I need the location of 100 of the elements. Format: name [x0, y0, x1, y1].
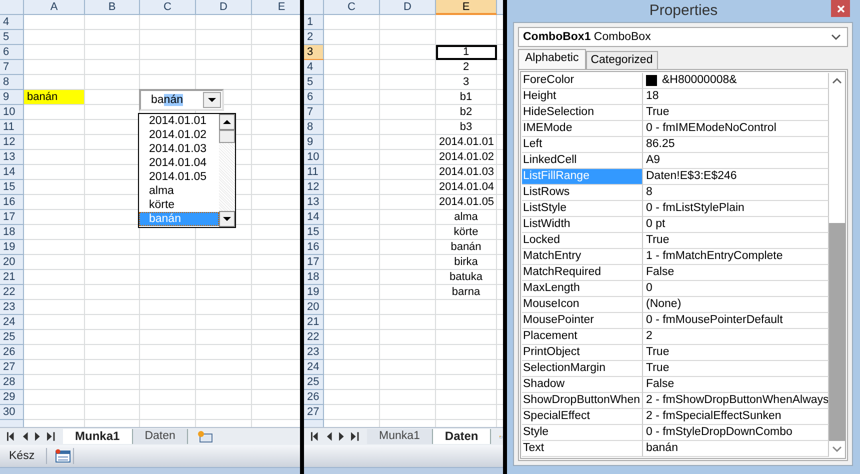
row-header[interactable]: 10	[0, 105, 24, 120]
row-header[interactable]: 19	[0, 240, 24, 255]
last-sheet-icon[interactable]	[351, 432, 359, 441]
row-header[interactable]: 24	[0, 315, 24, 330]
row-header[interactable]: 2	[304, 30, 324, 45]
row-header[interactable]: 24	[304, 360, 324, 375]
property-value[interactable]: 18	[646, 89, 659, 104]
close-button[interactable]	[831, 0, 850, 17]
property-name[interactable]: MatchRequired	[522, 265, 643, 281]
list-item[interactable]: 2014.01.03	[139, 142, 219, 156]
last-sheet-icon[interactable]	[47, 432, 55, 441]
property-name[interactable]: ForeColor	[522, 73, 643, 89]
row-header[interactable]: 11	[0, 120, 24, 135]
list-item[interactable]: 2014.01.05	[139, 170, 219, 184]
row-header[interactable]: 22	[0, 285, 24, 300]
column-header[interactable]: D	[380, 0, 436, 15]
column-header[interactable]: E	[436, 0, 497, 15]
property-name[interactable]: MouseIcon	[522, 297, 643, 313]
row-header[interactable]: 10	[304, 150, 324, 165]
row-header[interactable]: 26	[0, 345, 24, 360]
property-name[interactable]: ListStyle	[522, 201, 643, 217]
property-value[interactable]: Daten!E$3:E$246	[646, 169, 737, 184]
row-header[interactable]: 19	[304, 285, 324, 300]
property-value[interactable]: 2 - fmSpecialEffectSunken	[646, 409, 782, 424]
property-name[interactable]: ListRows	[522, 185, 643, 201]
row-header[interactable]: 20	[0, 255, 24, 270]
row-header[interactable]: 6	[0, 45, 24, 60]
column-header[interactable]: E	[252, 0, 300, 15]
tab[interactable]: Alphabetic	[518, 49, 586, 69]
column-header[interactable]: C	[324, 0, 380, 15]
property-name[interactable]: Left	[522, 137, 643, 153]
column-header[interactable]: B	[85, 0, 140, 15]
sheet-tab[interactable]: Daten	[432, 428, 492, 444]
property-value[interactable]: &H80000008&	[662, 73, 737, 88]
property-value[interactable]: 2 - fmShowDropButtonWhenAlways	[646, 393, 828, 408]
row-header[interactable]: 11	[304, 165, 324, 180]
row-header[interactable]: 8	[304, 120, 324, 135]
row-header[interactable]: 4	[304, 60, 324, 75]
column-header[interactable]: C	[140, 0, 196, 15]
property-value[interactable]: 0 pt	[646, 217, 666, 232]
row-header[interactable]: 28	[0, 375, 24, 390]
property-value[interactable]: 1 - fmMatchEntryComplete	[646, 249, 783, 264]
row-header[interactable]: 13	[0, 150, 24, 165]
property-value[interactable]: 0 - fmIMEModeNoControl	[646, 121, 776, 136]
scroll-thumb[interactable]	[829, 223, 845, 441]
property-name[interactable]: ShowDropButtonWhen	[522, 393, 643, 409]
previous-sheet-icon[interactable]	[326, 432, 332, 441]
list-item[interactable]: 2014.01.01	[139, 114, 219, 128]
previous-sheet-icon[interactable]	[22, 432, 28, 441]
property-name[interactable]: Shadow	[522, 377, 643, 393]
property-name[interactable]: ListWidth	[522, 217, 643, 233]
row-header[interactable]: 29	[0, 390, 24, 405]
dropdown-button[interactable]	[203, 92, 221, 108]
property-name[interactable]: Text	[522, 441, 643, 457]
property-name[interactable]: SelectionMargin	[522, 361, 643, 377]
property-value[interactable]: 0 - fmListStylePlain	[646, 201, 744, 216]
combo-box[interactable]: banán	[139, 89, 224, 111]
property-name[interactable]: HideSelection	[522, 105, 643, 121]
row-header[interactable]: 7	[0, 60, 24, 75]
property-value[interactable]: True	[646, 345, 670, 360]
property-value[interactable]: False	[646, 377, 674, 392]
scroll-down-icon[interactable]	[219, 211, 235, 227]
list-item[interactable]: körte	[139, 198, 219, 212]
row-header[interactable]: 12	[304, 180, 324, 195]
row-header[interactable]: 7	[304, 105, 324, 120]
row-header[interactable]: 12	[0, 135, 24, 150]
row-header[interactable]: 1	[304, 15, 324, 30]
row-header[interactable]: 6	[304, 90, 324, 105]
property-name[interactable]: MousePointer	[522, 313, 643, 329]
row-header[interactable]: 5	[0, 30, 24, 45]
row-header[interactable]: 14	[0, 165, 24, 180]
list-item[interactable]: alma	[139, 184, 219, 198]
property-name[interactable]: MatchEntry	[522, 249, 643, 265]
property-value[interactable]: 0 - fmStyleDropDownCombo	[646, 425, 792, 440]
new-sheet-icon[interactable]	[196, 430, 214, 444]
sheet-tab[interactable]: Daten	[132, 428, 188, 444]
property-name[interactable]: PrintObject	[522, 345, 643, 361]
row-header[interactable]: 16	[0, 195, 24, 210]
list-item[interactable]: 2014.01.04	[139, 156, 219, 170]
column-header[interactable]: D	[196, 0, 252, 15]
row-header[interactable]: 25	[304, 375, 324, 390]
first-sheet-icon[interactable]	[7, 432, 15, 441]
sheet-tab[interactable]: Munka1	[367, 428, 433, 444]
property-name[interactable]: Height	[522, 89, 643, 105]
property-value[interactable]: 0	[646, 281, 652, 296]
row-header[interactable]: 3	[304, 45, 324, 60]
row-header[interactable]: 26	[304, 390, 324, 405]
scrollbar[interactable]	[219, 114, 235, 227]
row-header[interactable]: 22	[304, 330, 324, 345]
scroll-thumb[interactable]	[219, 130, 235, 143]
property-value[interactable]: A9	[646, 153, 660, 168]
scroll-up-icon[interactable]	[219, 114, 235, 130]
row-header[interactable]: 15	[0, 180, 24, 195]
column-header[interactable]: A	[24, 0, 85, 15]
row-header[interactable]: 15	[304, 225, 324, 240]
property-value[interactable]: True	[646, 105, 670, 120]
property-value[interactable]: 8	[646, 185, 652, 200]
row-header[interactable]: 23	[304, 345, 324, 360]
row-header[interactable]: 16	[304, 240, 324, 255]
row-header[interactable]: 20	[304, 300, 324, 315]
